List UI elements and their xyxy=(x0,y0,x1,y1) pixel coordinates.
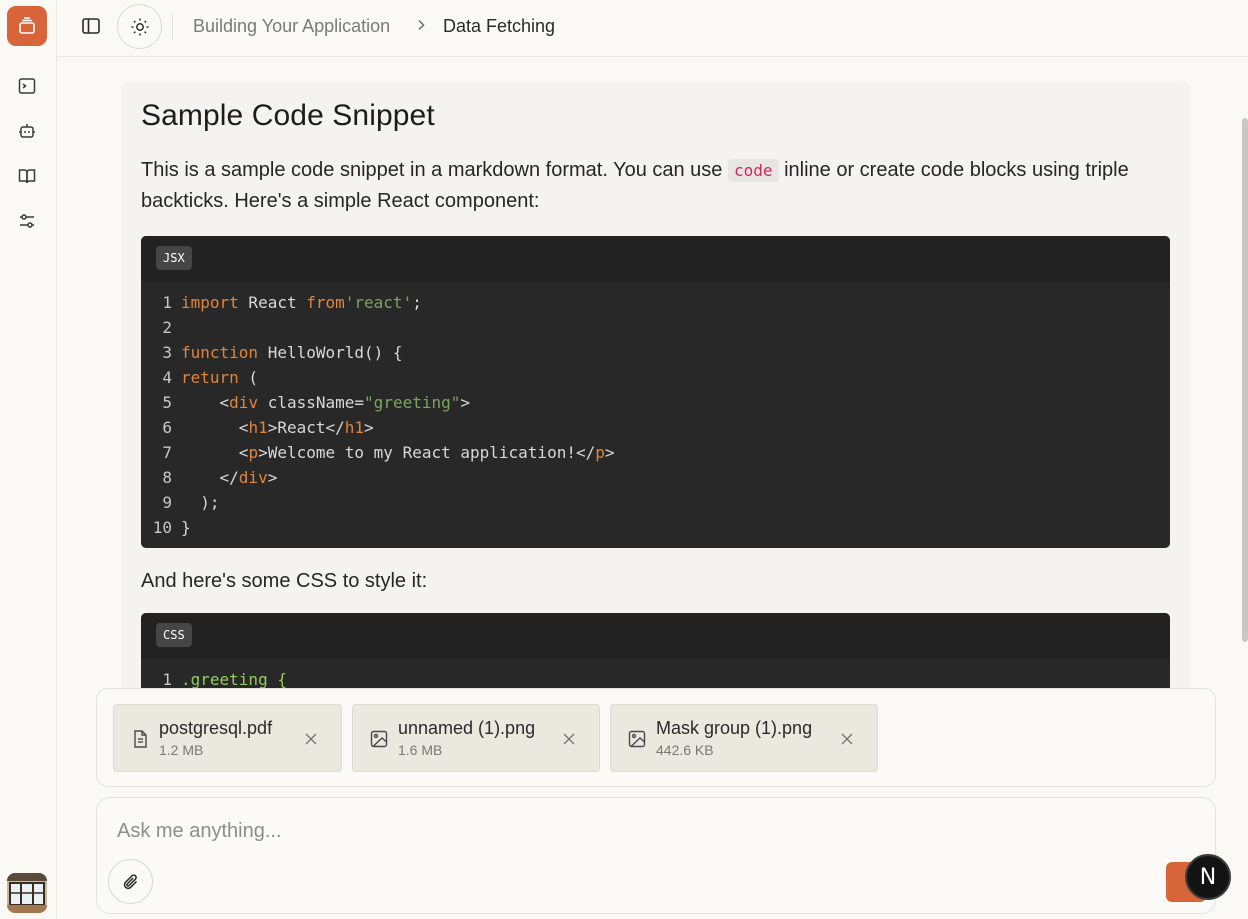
attachment-size: 1.6 MB xyxy=(398,742,443,758)
stack-logo-icon xyxy=(19,17,35,34)
close-icon xyxy=(305,733,317,745)
code-line: 4 return ( xyxy=(162,368,259,387)
remove-attachment-button[interactable] xyxy=(559,729,579,749)
prompt-input[interactable] xyxy=(117,820,1117,843)
inline-code: code xyxy=(727,159,779,182)
toggle-sidebar-button[interactable] xyxy=(77,12,105,40)
code-block-header: CSS xyxy=(141,613,1170,659)
code-body: 1 import React from 'react'; 2 3 function … xyxy=(141,282,1170,548)
code-line: 7 < p >Welcome to my React application!</p… xyxy=(162,443,615,462)
code-line: 6 < h1 >React</h1 > xyxy=(162,418,374,437)
close-icon xyxy=(841,733,853,745)
app-logo[interactable] xyxy=(7,6,47,46)
css-intro-text: And here's some CSS to style it: xyxy=(141,570,428,592)
composer xyxy=(96,797,1216,914)
attachment-chip[interactable]: unnamed (1).png 1.6 MB xyxy=(352,704,600,772)
book-icon xyxy=(18,169,36,184)
bot-icon xyxy=(19,124,35,138)
sliders-icon xyxy=(20,214,34,228)
message-card: Sample Code Snippet This is a sample cod… xyxy=(121,81,1190,781)
attachment-name: postgresql.pdf xyxy=(159,718,273,738)
code-block-header: JSX xyxy=(141,236,1170,282)
code-line: 1 import React from 'react'; xyxy=(162,293,422,312)
language-badge: JSX xyxy=(156,246,192,270)
intro-paragraph: This is a sample code snippet in a markd… xyxy=(141,155,1170,216)
remove-attachment-button[interactable] xyxy=(837,729,857,749)
code-line: 9 ); xyxy=(162,493,220,512)
main-content: Sample Code Snippet This is a sample cod… xyxy=(57,57,1248,919)
attachment-name: unnamed (1).png xyxy=(398,718,536,738)
chevron-right-icon xyxy=(418,19,425,31)
sun-icon xyxy=(131,18,148,35)
card-title: Sample Code Snippet xyxy=(141,99,435,132)
header-divider xyxy=(172,14,173,40)
terminal-icon xyxy=(18,78,36,94)
theme-toggle-button[interactable] xyxy=(117,4,162,49)
intro-text-before: This is a sample code snippet in a markd… xyxy=(141,159,728,181)
code-line: 10} xyxy=(152,518,191,537)
attach-file-button[interactable] xyxy=(108,859,153,904)
attachment-name: Mask group (1).png xyxy=(656,718,813,738)
jsx-code-block: JSX 1 import React from 'react'; 2 3 funct… xyxy=(141,236,1170,548)
left-rail xyxy=(0,0,57,919)
breadcrumb-current: Data Fetching xyxy=(443,16,556,36)
code-line: 3 function HelloWorld() { xyxy=(162,343,403,362)
attachment-size: 442.6 KB xyxy=(656,742,714,758)
remove-attachment-button[interactable] xyxy=(301,729,321,749)
sidebar-panel-icon xyxy=(82,18,100,34)
attachment-chip[interactable]: Mask group (1).png 442.6 KB xyxy=(610,704,878,772)
attachment-size: 1.2 MB xyxy=(159,742,204,758)
scrollbar-thumb[interactable] xyxy=(1242,118,1248,642)
attachments-panel: postgresql.pdf 1.2 MB unnamed (1).png 1.… xyxy=(96,688,1216,787)
nextjs-dev-badge[interactable]: N xyxy=(1185,854,1231,900)
css-code-block: CSS 1 .greeting { xyxy=(141,613,1170,700)
paperclip-icon xyxy=(123,873,137,889)
top-header: Building Your Application Data Fetching xyxy=(57,0,1248,57)
close-icon xyxy=(563,733,575,745)
rail-bot-button[interactable] xyxy=(13,117,41,145)
language-badge: CSS xyxy=(156,623,192,647)
code-line: 2 xyxy=(162,318,172,337)
user-avatar[interactable] xyxy=(7,873,47,913)
breadcrumb-parent[interactable]: Building Your Application xyxy=(193,16,390,37)
rail-terminal-button[interactable] xyxy=(13,72,41,100)
file-text-icon xyxy=(134,730,147,748)
code-line: 5 < div className= "greeting" > xyxy=(162,393,471,412)
code-line: 8 </div > xyxy=(162,468,278,487)
rail-docs-button[interactable] xyxy=(13,162,41,190)
attachment-chip[interactable]: postgresql.pdf 1.2 MB xyxy=(113,704,342,772)
rail-settings-button[interactable] xyxy=(13,207,41,235)
image-icon xyxy=(370,730,388,748)
avatar-photo-icon xyxy=(7,873,47,913)
image-icon xyxy=(628,730,646,748)
